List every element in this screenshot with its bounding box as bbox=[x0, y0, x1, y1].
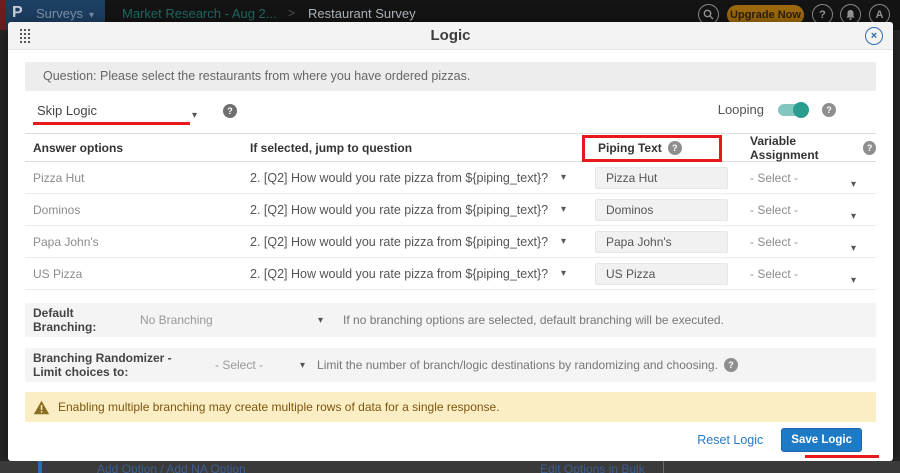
default-branching-label: Default Branching: bbox=[25, 306, 132, 334]
variable-assignment-help-icon[interactable]: ? bbox=[863, 141, 876, 155]
piping-text-help-icon[interactable]: ? bbox=[668, 141, 682, 155]
modal-header: Logic × bbox=[8, 22, 893, 50]
question-summary: Question: Please select the restaurants … bbox=[25, 62, 876, 91]
looping-label: Looping bbox=[718, 102, 764, 117]
annotation-underline-save-logic bbox=[805, 455, 879, 458]
branching-randomizer-row: Branching Randomizer - Limit choices to:… bbox=[25, 348, 876, 382]
bell-icon bbox=[845, 9, 856, 21]
chevron-down-icon: ▾ bbox=[561, 172, 566, 183]
piping-text-input[interactable] bbox=[595, 199, 728, 221]
variable-assignment-dropdown[interactable]: - Select - bbox=[750, 203, 798, 217]
close-icon: × bbox=[871, 30, 877, 42]
breadcrumb-current[interactable]: Restaurant Survey bbox=[308, 6, 416, 21]
header-answer-options: Answer options bbox=[25, 141, 250, 155]
looping-help-icon[interactable]: ? bbox=[822, 103, 836, 117]
logic-table: Answer options If selected, jump to ques… bbox=[25, 133, 876, 290]
background-divider bbox=[663, 461, 664, 473]
default-branching-dropdown[interactable]: No Branching bbox=[140, 313, 318, 327]
chevron-down-icon: ▾ bbox=[561, 204, 566, 215]
table-row: Dominos 2. [Q2] How would you rate pizza… bbox=[25, 194, 876, 226]
option-accent-bar bbox=[38, 461, 42, 473]
warning-text: Enabling multiple branching may create m… bbox=[58, 400, 500, 414]
piping-text-input[interactable] bbox=[595, 167, 728, 189]
left-edge-accent bbox=[0, 0, 6, 30]
default-branching-hint: If no branching options are selected, de… bbox=[343, 313, 724, 327]
chevron-down-icon: ▾ bbox=[300, 360, 305, 371]
chevron-down-icon: ▾ bbox=[89, 10, 94, 21]
randomizer-hint: Limit the number of branch/logic destina… bbox=[317, 358, 718, 372]
avatar-initial: A bbox=[876, 9, 884, 21]
table-row: Pizza Hut 2. [Q2] How would you rate piz… bbox=[25, 162, 876, 194]
jump-to-question-dropdown[interactable]: 2. [Q2] How would you rate pizza from ${… bbox=[250, 267, 590, 281]
surveys-menu[interactable]: Surveys▾ bbox=[36, 6, 94, 21]
chevron-down-icon: ▾ bbox=[851, 275, 856, 286]
chevron-down-icon: ▾ bbox=[561, 268, 566, 279]
reset-logic-link[interactable]: Reset Logic bbox=[697, 433, 763, 447]
annotation-box-piping-text: Piping Text ? bbox=[582, 135, 722, 162]
toggle-knob bbox=[793, 102, 809, 118]
looping-toggle[interactable] bbox=[778, 104, 808, 116]
variable-assignment-dropdown[interactable]: - Select - bbox=[750, 171, 798, 185]
table-header-row: Answer options If selected, jump to ques… bbox=[25, 133, 876, 162]
header-variable-assignment: Variable Assignment bbox=[750, 134, 857, 162]
warning-banner: Enabling multiple branching may create m… bbox=[25, 392, 876, 422]
answer-option-label: Pizza Hut bbox=[25, 171, 250, 185]
looping-control: Looping ? bbox=[718, 102, 836, 117]
jump-to-question-dropdown[interactable]: 2. [Q2] How would you rate pizza from ${… bbox=[250, 203, 590, 217]
modal-footer: Reset Logic Save Logic bbox=[697, 428, 862, 452]
breadcrumb-parent[interactable]: Market Research - Aug 2... bbox=[122, 6, 277, 21]
table-row: US Pizza 2. [Q2] How would you rate pizz… bbox=[25, 258, 876, 290]
edit-options-in-bulk-link[interactable]: Edit Options in Bulk bbox=[540, 462, 645, 473]
chevron-down-icon: ▾ bbox=[851, 179, 856, 190]
header-jump: If selected, jump to question bbox=[250, 141, 590, 155]
save-logic-button[interactable]: Save Logic bbox=[781, 428, 862, 452]
annotation-underline-skip-logic bbox=[33, 122, 190, 125]
answer-option-label: Dominos bbox=[25, 203, 250, 217]
answer-option-label: Papa John's bbox=[25, 235, 250, 249]
jump-to-question-dropdown[interactable]: 2. [Q2] How would you rate pizza from ${… bbox=[250, 235, 590, 249]
warning-icon bbox=[33, 400, 50, 415]
chevron-down-icon: ▾ bbox=[561, 236, 566, 247]
chevron-down-icon: ▾ bbox=[192, 105, 197, 127]
logic-type-value: Skip Logic bbox=[37, 103, 97, 118]
dimmed-background-page: Add Option / Add NA Option Edit Options … bbox=[0, 461, 900, 473]
randomizer-dropdown[interactable]: - Select - bbox=[215, 358, 300, 372]
chevron-down-icon: ▾ bbox=[851, 243, 856, 254]
add-option-link[interactable]: Add Option / Add NA Option bbox=[97, 462, 246, 473]
chevron-down-icon: ▾ bbox=[318, 315, 323, 326]
jump-to-question-dropdown[interactable]: 2. [Q2] How would you rate pizza from ${… bbox=[250, 171, 590, 185]
logic-type-dropdown[interactable]: Skip Logic ▾ bbox=[25, 100, 197, 122]
default-branching-row: Default Branching: No Branching ▾ If no … bbox=[25, 303, 876, 337]
question-icon: ? bbox=[819, 9, 826, 21]
chevron-down-icon: ▾ bbox=[851, 211, 856, 222]
header-piping-text: Piping Text bbox=[598, 141, 662, 155]
breadcrumb-separator: > bbox=[288, 6, 295, 20]
piping-text-input[interactable] bbox=[595, 231, 728, 253]
logic-modal: Logic × Question: Please select the rest… bbox=[8, 22, 893, 461]
piping-text-input[interactable] bbox=[595, 263, 728, 285]
table-row: Papa John's 2. [Q2] How would you rate p… bbox=[25, 226, 876, 258]
variable-assignment-dropdown[interactable]: - Select - bbox=[750, 235, 798, 249]
modal-title: Logic bbox=[8, 27, 893, 44]
randomizer-help-icon[interactable]: ? bbox=[724, 358, 738, 372]
search-icon bbox=[703, 9, 714, 20]
app-logo[interactable]: P bbox=[12, 4, 23, 22]
branching-randomizer-label: Branching Randomizer - Limit choices to: bbox=[25, 351, 203, 379]
answer-option-label: US Pizza bbox=[25, 267, 250, 281]
logic-type-help-icon[interactable]: ? bbox=[223, 104, 237, 118]
variable-assignment-dropdown[interactable]: - Select - bbox=[750, 267, 798, 281]
close-button[interactable]: × bbox=[865, 27, 883, 45]
